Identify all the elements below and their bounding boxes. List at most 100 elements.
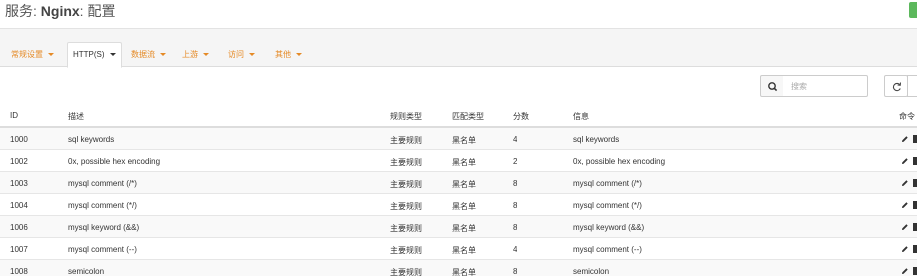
delete-icon[interactable] [913,223,917,231]
tab-stream-label: 数据流 [131,50,155,59]
chevron-down-icon [160,53,166,56]
tab-general[interactable]: 常规设置 [6,42,59,68]
search-button[interactable] [760,75,784,97]
tab-access-label: 访问 [228,50,244,59]
column-header-commands: 命令 [899,112,915,121]
column-header-score[interactable]: 分数 [513,111,529,122]
cell-description: mysql keyword (&&) [68,223,140,232]
tab-other-label: 其他 [275,50,291,59]
cell-score: 4 [513,135,518,144]
cell-rule-type: 主要规则 [390,202,422,211]
tab-https[interactable]: HTTP(S) [67,42,122,68]
cell-score: 8 [513,267,518,276]
cell-score: 8 [513,223,518,232]
edit-icon[interactable] [901,245,909,253]
table-row[interactable]: 1004 mysql comment (*/) 主要规则 黑名单 8 mysql… [0,194,917,216]
table-row[interactable]: 1006 mysql keyword (&&) 主要规则 黑名单 8 mysql… [0,216,917,238]
cell-id: 1004 [10,201,28,210]
column-header-rule-type[interactable]: 规则类型 [390,111,422,122]
cell-message: mysql comment (--) [573,245,642,254]
edit-icon[interactable] [901,201,909,209]
table-row[interactable]: 1007 mysql comment (--) 主要规则 黑名单 4 mysql… [0,238,917,260]
cell-match-type: 黑名单 [452,180,476,189]
cell-id: 1002 [10,157,28,166]
cell-id: 1007 [10,245,28,254]
table-row[interactable]: 1002 0x, possible hex encoding 主要规则 黑名单 … [0,150,917,172]
config-tabbar: 常规设置 HTTP(S) 数据流 上游 访问 其他 [0,28,917,68]
refresh-button[interactable] [884,75,908,97]
delete-icon[interactable] [913,157,917,165]
cell-score: 2 [513,157,518,166]
cell-rule-type: 主要规则 [390,180,422,189]
cell-match-type: 黑名单 [452,136,476,145]
cell-rule-type: 主要规则 [390,158,422,167]
cell-description: semicolon [68,267,105,276]
delete-icon[interactable] [913,135,917,143]
chevron-down-icon [109,53,116,56]
search-icon [768,82,778,92]
cell-id: 1000 [10,135,28,144]
tab-upstream-label: 上游 [182,50,198,59]
edit-icon[interactable] [901,179,909,187]
delete-icon[interactable] [913,179,917,187]
rules-table: ID 描述 规则类型 匹配类型 分数 信息 命令 1000 sql keywor… [0,104,917,276]
cell-description: sql keywords [68,135,115,144]
search-input[interactable] [783,75,868,97]
cell-description: mysql comment (*/) [68,201,137,210]
cell-description: mysql comment (/*) [68,179,137,188]
cell-id: 1006 [10,223,28,232]
tab-stream[interactable]: 数据流 [126,42,171,68]
cell-match-type: 黑名单 [452,224,476,233]
column-select-button[interactable] [907,75,917,97]
edit-icon[interactable] [901,223,909,231]
chevron-down-icon [296,53,302,56]
chevron-down-icon [249,53,255,56]
cell-message: sql keywords [573,135,620,144]
edit-icon[interactable] [901,267,909,275]
page-title: 服务: Nginx: 配置 [5,1,115,21]
page-title-prefix: 服务: [5,3,41,19]
cell-match-type: 黑名单 [452,158,476,167]
delete-icon[interactable] [913,201,917,209]
cell-rule-type: 主要规则 [390,246,422,255]
chevron-down-icon [48,53,54,56]
tab-general-label: 常规设置 [11,50,43,59]
apply-button[interactable] [909,2,917,18]
chevron-down-icon [203,53,209,56]
tab-access[interactable]: 访问 [223,42,260,68]
cell-id: 1003 [10,179,28,188]
cell-rule-type: 主要规则 [390,224,422,233]
column-header-description[interactable]: 描述 [68,111,368,122]
refresh-icon [892,82,902,92]
page-title-suffix: : 配置 [79,3,116,19]
column-header-message[interactable]: 信息 [573,111,853,122]
table-header: ID 描述 规则类型 匹配类型 分数 信息 命令 [0,104,917,128]
cell-match-type: 黑名单 [452,268,476,276]
cell-message: 0x, possible hex encoding [573,157,666,166]
cell-rule-type: 主要规则 [390,136,422,145]
tab-other[interactable]: 其他 [270,42,307,68]
cell-score: 8 [513,179,518,188]
table-row[interactable]: 1008 semicolon 主要规则 黑名单 8 semicolon [0,260,917,276]
delete-icon[interactable] [913,267,917,275]
tab-upstream[interactable]: 上游 [177,42,214,68]
delete-icon[interactable] [913,245,917,253]
column-header-match-type[interactable]: 匹配类型 [452,111,484,122]
table-row[interactable]: 1000 sql keywords 主要规则 黑名单 4 sql keyword… [0,128,917,150]
edit-icon[interactable] [901,135,909,143]
table-row[interactable]: 1003 mysql comment (/*) 主要规则 黑名单 8 mysql… [0,172,917,194]
cell-description: 0x, possible hex encoding [68,157,161,166]
edit-icon[interactable] [901,157,909,165]
cell-id: 1008 [10,267,28,276]
tab-https-label: HTTP(S) [73,50,105,59]
cell-message: semicolon [573,267,610,276]
page-title-service: Nginx [40,3,80,19]
cell-message: mysql comment (*/) [573,201,642,210]
cell-description: mysql comment (--) [68,245,137,254]
cell-match-type: 黑名单 [452,246,476,255]
cell-score: 4 [513,245,518,254]
cell-message: mysql keyword (&&) [573,223,645,232]
cell-rule-type: 主要规则 [390,268,422,276]
cell-score: 8 [513,201,518,210]
column-header-id[interactable]: ID [10,111,18,120]
